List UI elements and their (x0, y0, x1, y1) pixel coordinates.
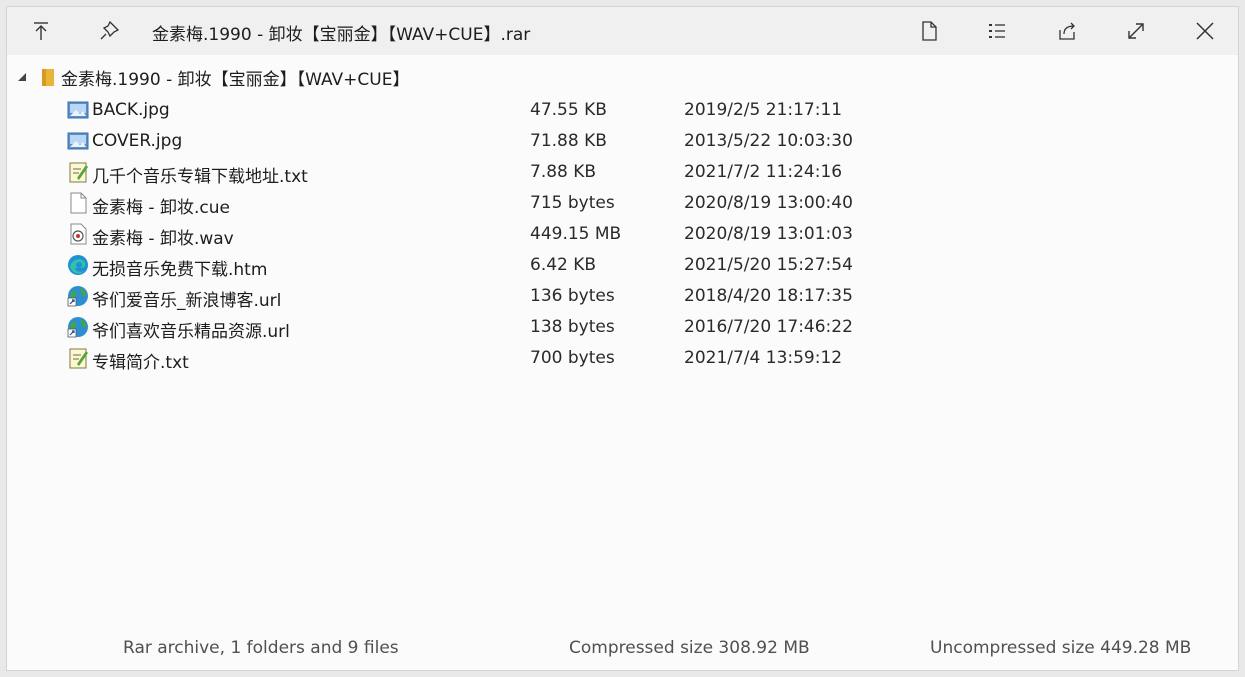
file-modified-date: 2021/7/2 11:24:16 (684, 162, 843, 182)
share-icon-svg (1059, 22, 1075, 40)
file-size: 700 bytes (530, 348, 615, 368)
image-file-icon (67, 130, 89, 152)
file-row[interactable]: 爷们喜欢音乐精品资源.url 138 bytes 2016/7/20 17:46:2… (7, 312, 1238, 342)
image-file-icon (67, 99, 89, 121)
document-icon[interactable] (909, 14, 949, 48)
file-row[interactable]: COVER.jpg 71.88 KB 2013/5/22 10:03:30 (7, 126, 1238, 156)
close-icon[interactable] (1185, 14, 1225, 48)
maximize-icon[interactable] (1116, 14, 1156, 48)
edge-browser-icon (67, 254, 89, 276)
root-folder-label: 金素梅.1990 - 卸妆【宝丽金】【WAV+CUE】 (61, 69, 410, 90)
extract-up-arrow-icon-svg (34, 22, 48, 40)
share-icon[interactable] (1047, 14, 1087, 48)
file-modified-date: 2021/7/4 13:59:12 (684, 348, 843, 368)
document-icon-svg (922, 21, 937, 41)
file-row[interactable]: 几千个音乐专辑下载地址.txt 7.88 KB 2021/7/2 11:24:16 (7, 157, 1238, 187)
folder-icon (41, 67, 55, 87)
file-size: 71.88 KB (530, 131, 607, 151)
file-name: 专辑简介.txt (92, 353, 189, 373)
tree-root-folder[interactable]: 金素梅.1990 - 卸妆【宝丽金】【WAV+CUE】 (15, 63, 409, 91)
maximize-icon-svg (1128, 23, 1144, 39)
status-compressed-size: Compressed size 308.92 MB (569, 638, 810, 658)
file-name: BACK.jpg (92, 100, 170, 120)
file-row[interactable]: BACK.jpg 47.55 KB 2019/2/5 21:17:11 (7, 95, 1238, 125)
file-size: 449.15 MB (530, 224, 622, 244)
file-name: 金素梅 - 卸妆.wav (92, 229, 234, 249)
file-name: 几千个音乐专辑下载地址.txt (92, 167, 308, 187)
extract-up-arrow-icon[interactable] (21, 14, 61, 48)
file-modified-date: 2013/5/22 10:03:30 (684, 131, 853, 151)
url-shortcut-icon (67, 316, 89, 338)
list-icon-svg (989, 24, 1005, 38)
blank-file-icon (67, 192, 89, 214)
file-name: COVER.jpg (92, 131, 183, 151)
status-uncompressed-size: Uncompressed size 449.28 MB (930, 638, 1192, 658)
url-shortcut-icon (67, 285, 89, 307)
text-file-icon (67, 161, 89, 183)
pin-icon-svg (100, 20, 120, 40)
file-row[interactable]: 金素梅 - 卸妆.cue 715 bytes 2020/8/19 13:00:40 (7, 188, 1238, 218)
collapse-triangle-icon[interactable] (15, 70, 29, 84)
file-modified-date: 2019/2/5 21:17:11 (684, 100, 843, 120)
text-file-icon (67, 347, 89, 369)
close-icon-svg (1196, 22, 1214, 40)
file-size: 715 bytes (530, 193, 615, 213)
file-size: 7.88 KB (530, 162, 597, 182)
pin-icon[interactable] (89, 14, 129, 48)
file-row[interactable]: 爷们爱音乐_新浪博客.url 136 bytes 2018/4/20 18:17:3… (7, 281, 1238, 311)
status-bar: Rar archive, 1 folders and 9 files Compr… (7, 634, 1238, 664)
file-modified-date: 2020/8/19 13:01:03 (684, 224, 853, 244)
audio-file-icon (67, 223, 89, 245)
file-modified-date: 2020/8/19 13:00:40 (684, 193, 853, 213)
file-modified-date: 2016/7/20 17:46:22 (684, 317, 853, 337)
archive-window: 金素梅.1990 - 卸妆【宝丽金】【WAV+CUE】.rar 金素梅.1990… (6, 6, 1239, 671)
file-row[interactable]: 金素梅 - 卸妆.wav 449.15 MB 2020/8/19 13:01:03 (7, 219, 1238, 249)
file-size: 6.42 KB (530, 255, 597, 275)
file-modified-date: 2021/5/20 15:27:54 (684, 255, 853, 275)
list-icon[interactable] (977, 14, 1017, 48)
file-name: 金素梅 - 卸妆.cue (92, 198, 230, 218)
file-size: 47.55 KB (530, 100, 607, 120)
file-name: 爷们喜欢音乐精品资源.url (92, 322, 290, 342)
status-summary: Rar archive, 1 folders and 9 files (123, 638, 399, 658)
file-size: 136 bytes (530, 286, 615, 306)
window-title: 金素梅.1990 - 卸妆【宝丽金】【WAV+CUE】.rar (152, 25, 531, 45)
file-row[interactable]: 专辑简介.txt 700 bytes 2021/7/4 13:59:12 (7, 343, 1238, 373)
file-modified-date: 2018/4/20 18:17:35 (684, 286, 853, 306)
file-name: 无损音乐免费下载.htm (92, 260, 268, 280)
file-size: 138 bytes (530, 317, 615, 337)
file-name: 爷们爱音乐_新浪博客.url (92, 291, 282, 311)
title-bar: 金素梅.1990 - 卸妆【宝丽金】【WAV+CUE】.rar (7, 7, 1238, 55)
file-row[interactable]: 无损音乐免费下载.htm 6.42 KB 2021/5/20 15:27:54 (7, 250, 1238, 280)
